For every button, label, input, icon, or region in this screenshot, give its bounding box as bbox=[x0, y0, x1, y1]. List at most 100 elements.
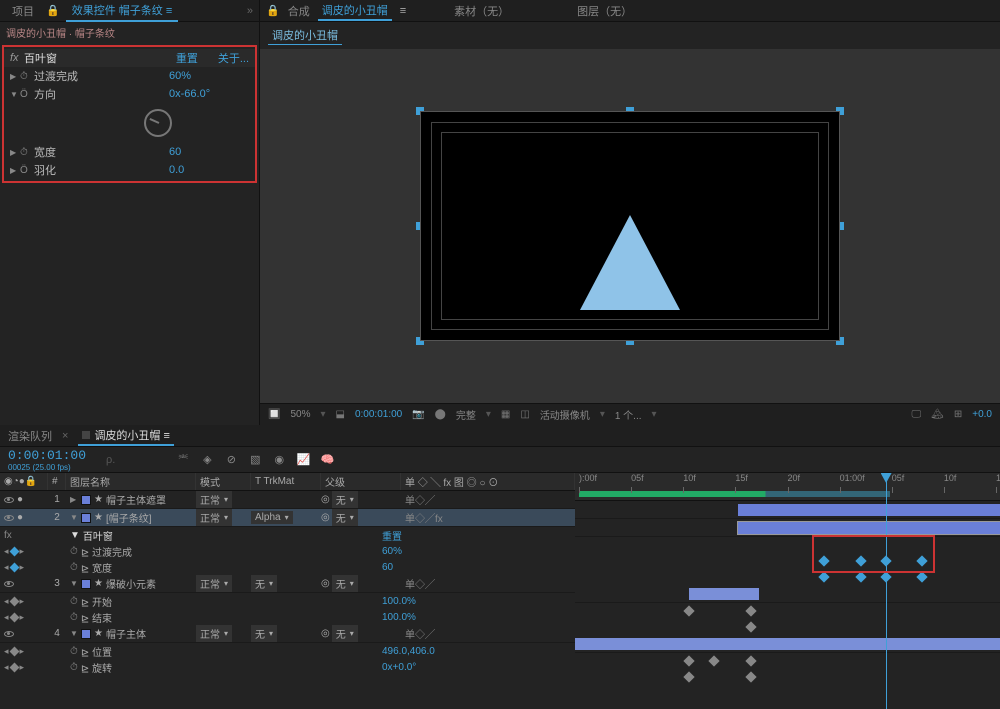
prev-kf-icon[interactable]: ◂ bbox=[4, 562, 9, 573]
layer-switches[interactable]: 单◇╱fx bbox=[401, 510, 575, 525]
panel-menu-icon[interactable]: » bbox=[247, 5, 253, 17]
draft-3d-icon[interactable]: ◈ bbox=[199, 452, 215, 468]
comp-flowchart-icon[interactable]: ⎃ bbox=[175, 452, 191, 468]
layer-switches[interactable]: 单◇╱ bbox=[401, 576, 575, 591]
layer-tab[interactable]: 图层（无） bbox=[577, 3, 632, 19]
color-label[interactable] bbox=[81, 495, 91, 505]
stopwatch-icon[interactable]: ⏱ bbox=[70, 612, 78, 623]
timeline-icon[interactable]: ⊞ bbox=[954, 409, 962, 420]
canvas-bounds[interactable] bbox=[420, 111, 840, 341]
add-kf-icon[interactable] bbox=[9, 562, 19, 572]
add-kf-icon[interactable] bbox=[9, 662, 19, 672]
stopwatch-icon[interactable]: Ö bbox=[20, 89, 34, 100]
property-track[interactable] bbox=[575, 619, 1000, 635]
solo-icon[interactable]: ● bbox=[17, 512, 23, 523]
twirl-icon[interactable]: ▼ bbox=[70, 629, 78, 638]
search-input[interactable]: ρ. bbox=[106, 454, 115, 466]
graph-editor-icon[interactable]: 📈 bbox=[295, 452, 311, 468]
keyframe-icon[interactable] bbox=[819, 571, 830, 582]
about-link[interactable]: 关于... bbox=[218, 50, 249, 66]
render-queue-tab[interactable]: 渲染队列 bbox=[8, 428, 52, 444]
blend-mode-dropdown[interactable]: 正常▾ bbox=[196, 625, 232, 642]
add-kf-icon[interactable] bbox=[9, 646, 19, 656]
effect-header[interactable]: fx 百叶窗 重置 关于... bbox=[4, 49, 255, 67]
prev-kf-icon[interactable]: ◂ bbox=[4, 546, 9, 557]
timeline-layer-bar[interactable] bbox=[575, 585, 1000, 603]
stopwatch-icon[interactable]: ⏱ bbox=[70, 562, 78, 573]
parent-header[interactable]: 父级 bbox=[321, 473, 401, 490]
timecode-display[interactable]: 0:00:01:00 bbox=[355, 409, 402, 420]
property-value[interactable]: 100.0% bbox=[376, 596, 416, 607]
stopwatch-icon[interactable]: ⏱ bbox=[70, 646, 78, 657]
trkmat-dropdown[interactable]: 无▾ bbox=[251, 625, 277, 642]
fx-badge-icon[interactable]: fx bbox=[4, 530, 12, 541]
keyframe-icon[interactable] bbox=[855, 555, 866, 566]
twirl-icon[interactable]: ▶ bbox=[10, 148, 20, 157]
color-icon[interactable]: ⬤ bbox=[435, 409, 446, 420]
layer-switches[interactable]: 单◇╱ bbox=[401, 626, 575, 641]
stopwatch-icon[interactable]: Ö bbox=[20, 165, 34, 176]
keyframe-icon[interactable] bbox=[819, 555, 830, 566]
property-track[interactable] bbox=[575, 603, 1000, 619]
playhead[interactable] bbox=[886, 473, 887, 709]
view-icon[interactable]: 🖵 bbox=[912, 409, 922, 420]
camera-dropdown[interactable]: 活动摄像机 bbox=[540, 407, 590, 422]
pickwhip-icon[interactable]: ◎ bbox=[321, 512, 330, 523]
prop-value[interactable]: 60 bbox=[169, 146, 249, 158]
twirl-icon[interactable]: ▼ bbox=[10, 90, 20, 99]
keyframe-icon[interactable] bbox=[855, 571, 866, 582]
next-kf-icon[interactable]: ▸ bbox=[20, 612, 25, 623]
trkmat-dropdown[interactable]: Alpha▾ bbox=[251, 511, 293, 524]
layer-row[interactable]: 4▼★帽子主体正常▾无▾◎无▾单◇╱ bbox=[0, 625, 575, 643]
keyframe-icon[interactable] bbox=[684, 655, 695, 666]
footage-tab[interactable]: 素材（无） bbox=[454, 3, 509, 19]
timeline-layer-bar[interactable] bbox=[575, 501, 1000, 519]
blend-mode-dropdown[interactable]: 正常▾ bbox=[196, 491, 232, 508]
switches-header[interactable]: 单 ◇ ╲ fx 图 ◎ ○ ⊙ bbox=[401, 473, 575, 490]
color-label[interactable] bbox=[81, 513, 91, 523]
magnify-icon[interactable]: 🔲 bbox=[268, 409, 280, 420]
add-kf-icon[interactable] bbox=[9, 596, 19, 606]
keyframe-icon[interactable] bbox=[684, 671, 695, 682]
solo-icon[interactable]: ● bbox=[17, 494, 23, 505]
name-header[interactable]: 图层名称 bbox=[66, 473, 196, 490]
brain-icon[interactable]: 🧠 bbox=[319, 452, 335, 468]
stopwatch-icon[interactable]: ⏱ bbox=[70, 596, 78, 607]
next-kf-icon[interactable]: ▸ bbox=[20, 646, 25, 657]
visibility-icon[interactable] bbox=[4, 497, 14, 503]
next-kf-icon[interactable]: ▸ bbox=[20, 662, 25, 673]
property-value[interactable]: 0x+0.0° bbox=[376, 662, 416, 673]
pickwhip-icon[interactable]: ◎ bbox=[321, 494, 330, 505]
motion-blur-icon[interactable]: ◉ bbox=[271, 452, 287, 468]
stopwatch-icon[interactable]: ⏱ bbox=[70, 662, 78, 673]
pickwhip-icon[interactable]: ◎ bbox=[321, 628, 330, 639]
layer-name[interactable]: 爆破小元素 bbox=[106, 576, 156, 591]
next-kf-icon[interactable]: ▸ bbox=[20, 562, 25, 573]
mode-header[interactable]: 模式 bbox=[196, 473, 251, 490]
time-ruler[interactable]: ):00f05f10f15f20f01:00f05f10f15f bbox=[575, 473, 1000, 501]
next-kf-icon[interactable]: ▸ bbox=[20, 596, 25, 607]
keyframe-icon[interactable] bbox=[708, 655, 719, 666]
resolution-dropdown[interactable]: 完整 bbox=[456, 407, 476, 422]
fx-icon[interactable]: fx bbox=[10, 52, 24, 64]
layer-effect-header[interactable]: fx▼百叶窗重置 bbox=[0, 527, 575, 543]
mask-icon[interactable]: ◫ bbox=[520, 409, 529, 420]
parent-dropdown[interactable]: 无▾ bbox=[332, 491, 358, 508]
frame-blend-icon[interactable]: ▧ bbox=[247, 452, 263, 468]
blend-mode-dropdown[interactable]: 正常▾ bbox=[196, 509, 232, 526]
timeline-graph[interactable]: ):00f05f10f15f20f01:00f05f10f15f bbox=[575, 473, 1000, 709]
twirl-icon[interactable]: ▼ bbox=[70, 579, 78, 588]
zoom-dropdown[interactable]: 50% bbox=[290, 409, 310, 420]
property-track[interactable] bbox=[575, 553, 1000, 569]
prev-kf-icon[interactable]: ◂ bbox=[4, 596, 9, 607]
timeline-layer-bar[interactable] bbox=[575, 635, 1000, 653]
property-track[interactable] bbox=[575, 669, 1000, 685]
stopwatch-icon[interactable]: ⏱ bbox=[20, 147, 34, 158]
keyframe-icon[interactable] bbox=[745, 655, 756, 666]
view-dropdown[interactable]: 1 个... bbox=[615, 407, 642, 422]
av-header[interactable]: ◉◔●🔒 bbox=[0, 473, 48, 490]
keyframe-icon[interactable] bbox=[745, 605, 756, 616]
timeline-comp-tab[interactable]: 调皮的小丑帽 ≡ bbox=[78, 426, 173, 446]
grid-icon[interactable]: ▦ bbox=[501, 409, 510, 420]
timeline-layer-bar[interactable] bbox=[575, 519, 1000, 537]
